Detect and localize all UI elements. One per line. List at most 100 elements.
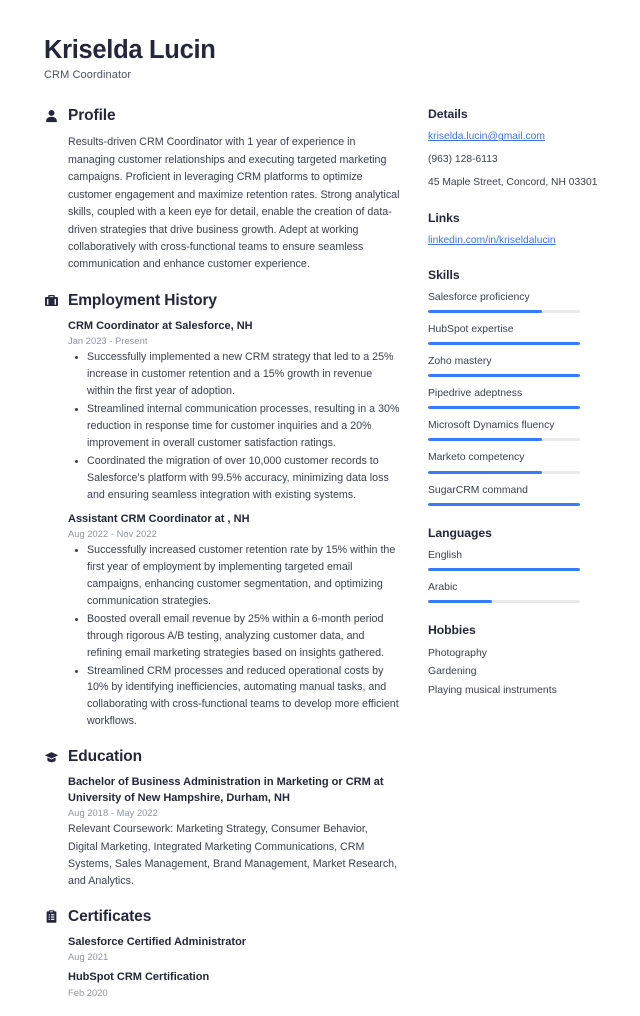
graduation-cap-icon	[44, 750, 59, 765]
skill-level-fill	[428, 374, 580, 378]
section-certificates-body: Salesforce Certified Administrator Aug 2…	[44, 935, 400, 998]
hobby-item: Photography	[428, 647, 487, 659]
skill-item: Salesforce proficiency	[428, 290, 612, 314]
sidebar-skills-title: Skills	[428, 268, 460, 283]
language-level-track	[428, 599, 580, 603]
skill-level-fill	[428, 438, 542, 442]
skill-label: Zoho mastery	[428, 356, 492, 368]
profile-text: Results-driven CRM Coordinator with 1 ye…	[68, 136, 400, 271]
bullet-item: Boosted overall email revenue by 25% wit…	[68, 611, 400, 662]
section-profile: Profile Results-driven CRM Coordinator w…	[44, 107, 400, 274]
hobby-item: Playing musical instruments	[428, 684, 557, 696]
certificate-entry: HubSpot CRM Certification Feb 2020	[68, 970, 400, 998]
employment-entry: Assistant CRM Coordinator at , NH Aug 20…	[68, 512, 400, 731]
sidebar-column: Details kriselda.lucin@gmail.com (963) 1…	[422, 107, 612, 720]
sidebar-links: Links linkedin.com/in/kriseldalucin	[428, 211, 612, 248]
skill-level-track	[428, 310, 580, 314]
sidebar-links-title: Links	[428, 210, 460, 225]
bullet-item: Successfully implemented a new CRM strat…	[68, 349, 400, 400]
language-label: Arabic	[428, 581, 458, 593]
employment-entry: CRM Coordinator at Salesforce, NH Jan 20…	[68, 319, 400, 504]
education-entry-date: Aug 2018 - May 2022	[68, 808, 158, 819]
user-icon	[44, 109, 59, 124]
linkedin-link[interactable]: linkedin.com/in/kriseldalucin	[428, 233, 612, 248]
candidate-name: Kriselda Lucin	[44, 36, 216, 64]
section-certificates-header: Certificates	[44, 908, 400, 926]
section-profile-title: Profile	[68, 107, 116, 125]
skill-label: Marketo competency	[428, 452, 525, 464]
phone-text: (963) 128-6113	[428, 153, 498, 165]
hobby-item: Gardening	[428, 666, 477, 678]
skill-item: Microsoft Dynamics fluency	[428, 418, 612, 442]
education-entry-title: Bachelor of Business Administration in M…	[68, 776, 384, 804]
sidebar-languages-title: Languages	[428, 525, 492, 540]
certificate-entry: Salesforce Certified Administrator Aug 2…	[68, 935, 400, 963]
certificate-entry-title: Salesforce Certified Administrator	[68, 935, 247, 948]
section-employment-header: Employment History	[44, 292, 400, 310]
address-text: 45 Maple Street, Concord, NH 03301	[428, 176, 598, 188]
bullet-item: Streamlined CRM processes and reduced op…	[68, 663, 400, 731]
bullet-item: Streamlined internal communication proce…	[68, 401, 400, 452]
resume-page: Kriselda Lucin CRM Coordinator Profile R…	[0, 0, 640, 998]
sidebar-skills: Skills Salesforce proficiency HubSpot ex…	[428, 268, 612, 506]
section-employment-title: Employment History	[68, 291, 217, 309]
main-column: Profile Results-driven CRM Coordinator w…	[44, 107, 422, 1016]
certificate-entry-date: Feb 2020	[68, 988, 108, 999]
sidebar-hobbies-title: Hobbies	[428, 622, 476, 637]
resume-header: Kriselda Lucin CRM Coordinator	[44, 36, 612, 81]
briefcase-icon	[44, 293, 59, 308]
skill-item: Zoho mastery	[428, 354, 612, 378]
sidebar-details-title: Details	[428, 107, 468, 122]
section-certificates-title: Certificates	[68, 907, 152, 925]
skill-label: SugarCRM command	[428, 484, 528, 496]
skill-label: Pipedrive adeptness	[428, 388, 523, 400]
skill-level-fill	[428, 470, 542, 474]
skill-level-fill	[428, 342, 580, 346]
skill-item: Marketo competency	[428, 450, 612, 474]
language-level-track	[428, 567, 580, 571]
language-label: English	[428, 549, 463, 561]
employment-entry-bullets: Successfully implemented a new CRM strat…	[68, 349, 400, 503]
employment-entry-date: Aug 2022 - Nov 2022	[68, 529, 157, 540]
skill-level-track	[428, 470, 580, 474]
section-education: Education Bachelor of Business Administr…	[44, 748, 400, 890]
section-employment: Employment History CRM Coordinator at Sa…	[44, 292, 400, 730]
skill-level-track	[428, 342, 580, 346]
sidebar-details: Details kriselda.lucin@gmail.com (963) 1…	[428, 107, 612, 190]
skill-level-track	[428, 374, 580, 378]
employment-entry-bullets: Successfully increased customer retentio…	[68, 542, 400, 730]
section-profile-header: Profile	[44, 107, 400, 125]
skill-level-track	[428, 406, 580, 410]
language-level-fill	[428, 567, 580, 571]
bullet-item: Coordinated the migration of over 10,000…	[68, 453, 400, 504]
skill-level-track	[428, 502, 580, 506]
skill-item: HubSpot expertise	[428, 322, 612, 346]
skill-item: SugarCRM command	[428, 483, 612, 506]
language-level-fill	[428, 599, 492, 603]
education-entry-description: Relevant Coursework: Marketing Strategy,…	[68, 823, 398, 887]
certificate-entry-title: HubSpot CRM Certification	[68, 971, 210, 984]
email-link[interactable]: kriselda.lucin@gmail.com	[428, 129, 612, 144]
sidebar-languages: Languages English Arabic	[428, 526, 612, 603]
skill-label: Salesforce proficiency	[428, 292, 530, 304]
section-education-header: Education	[44, 748, 400, 766]
language-item: English	[428, 548, 612, 571]
skill-label: HubSpot expertise	[428, 324, 514, 336]
section-profile-body: Results-driven CRM Coordinator with 1 ye…	[44, 134, 400, 274]
sidebar-hobbies: Hobbies Photography Gardening Playing mu…	[428, 623, 612, 701]
resume-columns: Profile Results-driven CRM Coordinator w…	[44, 107, 612, 1016]
skill-label: Microsoft Dynamics fluency	[428, 420, 555, 432]
candidate-job-title: CRM Coordinator	[44, 69, 132, 82]
employment-entry-title: CRM Coordinator at Salesforce, NH	[68, 319, 253, 332]
section-education-body: Bachelor of Business Administration in M…	[44, 775, 400, 890]
skill-level-fill	[428, 406, 580, 410]
section-employment-body: CRM Coordinator at Salesforce, NH Jan 20…	[44, 319, 400, 730]
section-education-title: Education	[68, 748, 143, 766]
skill-level-fill	[428, 502, 580, 506]
skill-level-fill	[428, 310, 542, 314]
certificate-entry-date: Aug 2021	[68, 952, 109, 963]
clipboard-icon	[44, 909, 59, 924]
bullet-item: Successfully increased customer retentio…	[68, 542, 400, 610]
employment-entry-date: Jan 2023 - Present	[68, 336, 148, 347]
education-entry: Bachelor of Business Administration in M…	[68, 775, 400, 890]
